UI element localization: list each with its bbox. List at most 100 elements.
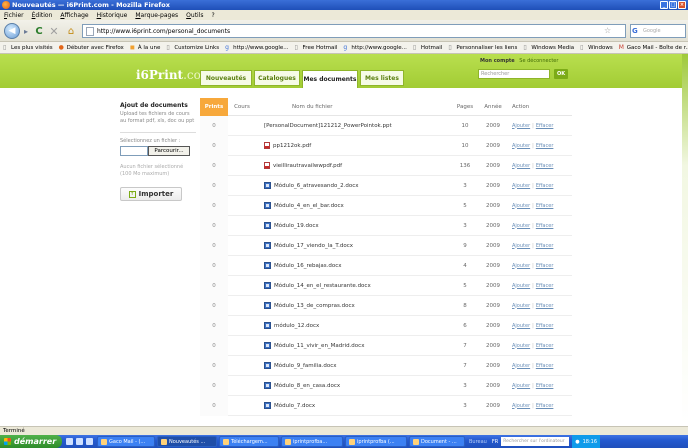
site-search-button[interactable]: OK xyxy=(554,69,568,79)
reload-button[interactable]: C xyxy=(33,24,45,38)
cell-filename[interactable]: Módulo_11_vivir_en_Madrid.docx xyxy=(256,342,452,349)
quicklaunch-desktop-icon[interactable] xyxy=(86,438,93,445)
add-link[interactable]: Ajouter xyxy=(512,403,530,409)
desktop-search-input[interactable]: Rechercher sur l'ordinateur xyxy=(501,437,570,446)
bookmark-item[interactable]: ▯ Windows Media xyxy=(523,44,574,51)
cell-filename[interactable]: Módulo_14_en_el_restaurante.docx xyxy=(256,282,452,289)
bookmark-item[interactable]: ▯ Les plus visités xyxy=(3,44,53,51)
delete-link[interactable]: Effacer xyxy=(536,203,554,209)
add-link[interactable]: Ajouter xyxy=(512,183,530,189)
add-link[interactable]: Ajouter xyxy=(512,223,530,229)
quicklaunch-firefox-icon[interactable] xyxy=(76,438,83,445)
bookmark-item[interactable]: ▯ Free Hotmail xyxy=(295,44,338,51)
tab-mes-documents[interactable]: Mes documents xyxy=(302,70,358,88)
close-icon[interactable]: × xyxy=(678,1,686,9)
delete-link[interactable]: Effacer xyxy=(536,303,554,309)
menu-tools[interactable]: Outils xyxy=(186,12,203,19)
taskbar-task-button[interactable]: Nouveautés ... xyxy=(157,436,217,447)
delete-link[interactable]: Effacer xyxy=(536,123,554,129)
bookmark-item[interactable]: M Gaco Mail - Boîte de r... xyxy=(619,44,688,51)
taskbar-task-button[interactable]: Document - ... xyxy=(409,436,465,447)
bookmark-item[interactable]: ● Débuter avec Firefox xyxy=(59,44,124,51)
column-header-cours[interactable]: Cours xyxy=(228,104,256,110)
delete-link[interactable]: Effacer xyxy=(536,143,554,149)
forward-button[interactable]: ▸ xyxy=(21,24,31,38)
add-link[interactable]: Ajouter xyxy=(512,343,530,349)
add-link[interactable]: Ajouter xyxy=(512,323,530,329)
delete-link[interactable]: Effacer xyxy=(536,343,554,349)
cell-filename[interactable]: pp1212ok.pdf xyxy=(256,142,452,149)
start-button[interactable]: démarrer xyxy=(0,435,62,448)
tab-catalogues[interactable]: Catalogues xyxy=(254,70,300,86)
language-indicator[interactable]: FR xyxy=(492,439,498,445)
minimize-icon[interactable]: _ xyxy=(660,1,668,9)
menu-help[interactable]: ? xyxy=(212,12,215,19)
network-icon[interactable]: ● xyxy=(575,439,579,445)
stop-button[interactable]: ✕ xyxy=(48,24,60,38)
bookmark-item[interactable]: ▯ Hotmail xyxy=(413,44,442,51)
import-button[interactable]: ↑ Importer xyxy=(120,187,182,201)
menu-view[interactable]: Affichage xyxy=(60,12,88,19)
quicklaunch-ie-icon[interactable] xyxy=(66,438,73,445)
delete-link[interactable]: Effacer xyxy=(536,263,554,269)
cell-filename[interactable]: vieillirautravailwwpdf.pdf xyxy=(256,162,452,169)
add-link[interactable]: Ajouter xyxy=(512,263,530,269)
cell-filename[interactable]: Módulo_9_familia.docx xyxy=(256,362,452,369)
cell-filename[interactable]: Módulo_13_de_compras.docx xyxy=(256,302,452,309)
clock[interactable]: 18:16 xyxy=(583,439,597,445)
account-link[interactable]: Mon compte xyxy=(480,58,515,64)
file-input[interactable] xyxy=(120,146,148,156)
browse-button[interactable]: Parcourir... xyxy=(148,146,190,156)
site-search-input[interactable]: Rechercher xyxy=(478,69,550,79)
taskbar-task-button[interactable]: Téléchargem... xyxy=(219,436,279,447)
cell-filename[interactable]: Módulo_17_viendo_la_T.docx xyxy=(256,242,452,249)
delete-link[interactable]: Effacer xyxy=(536,183,554,189)
delete-link[interactable]: Effacer xyxy=(536,163,554,169)
taskbar-task-button[interactable]: iprintprofba... xyxy=(281,436,343,447)
bookmark-item[interactable]: ▯ Personnaliser les liens xyxy=(448,44,517,51)
bookmark-item[interactable]: g http://www.google... xyxy=(343,44,406,51)
add-link[interactable]: Ajouter xyxy=(512,163,530,169)
desktop-toolbar-label[interactable]: Bureau xyxy=(469,439,487,445)
maximize-icon[interactable]: □ xyxy=(669,1,677,9)
cell-filename[interactable]: Módulo_6_atravesando_2.docx xyxy=(256,182,452,189)
delete-link[interactable]: Effacer xyxy=(536,243,554,249)
add-link[interactable]: Ajouter xyxy=(512,143,530,149)
menu-edit[interactable]: Édition xyxy=(32,12,53,19)
cell-filename[interactable]: Módulo_19.docx xyxy=(256,222,452,229)
cell-filename[interactable]: [PersonalDocument]121212_PowerPointok.pp… xyxy=(256,123,452,129)
delete-link[interactable]: Effacer xyxy=(536,283,554,289)
add-link[interactable]: Ajouter xyxy=(512,243,530,249)
logout-link[interactable]: Se déconnecter xyxy=(519,58,558,64)
cell-filename[interactable]: Módulo_8_en_casa.docx xyxy=(256,382,452,389)
add-link[interactable]: Ajouter xyxy=(512,303,530,309)
add-link[interactable]: Ajouter xyxy=(512,383,530,389)
home-button[interactable]: ⌂ xyxy=(64,24,78,38)
column-header-pages[interactable]: Pages xyxy=(452,104,478,110)
back-button[interactable]: ◀ xyxy=(4,23,20,39)
delete-link[interactable]: Effacer xyxy=(536,383,554,389)
column-header-name[interactable]: Nom du fichier xyxy=(256,104,452,110)
menu-file[interactable]: Fichier xyxy=(4,12,24,19)
bookmark-item[interactable]: ▯ Customize Links xyxy=(166,44,219,51)
cell-filename[interactable]: Módulo_7.docx xyxy=(256,402,452,409)
cell-filename[interactable]: Módulo_4_en_el_bar.docx xyxy=(256,202,452,209)
bookmark-item[interactable]: g http://www.google... xyxy=(225,44,288,51)
menu-history[interactable]: Historique xyxy=(97,12,128,19)
google-icon[interactable]: G xyxy=(632,27,642,36)
add-link[interactable]: Ajouter xyxy=(512,203,530,209)
column-header-year[interactable]: Année xyxy=(478,104,508,110)
taskbar-task-button[interactable]: iprintprofba (... xyxy=(345,436,407,447)
url-bar[interactable]: http://www.i6print.com/personal_document… xyxy=(82,24,626,38)
bookmark-star-icon[interactable]: ☆ xyxy=(604,26,611,35)
add-link[interactable]: Ajouter xyxy=(512,283,530,289)
delete-link[interactable]: Effacer xyxy=(536,223,554,229)
add-link[interactable]: Ajouter xyxy=(512,363,530,369)
menu-bookmarks[interactable]: Marque-pages xyxy=(135,12,178,19)
browser-search-input[interactable]: G Google xyxy=(630,24,686,38)
delete-link[interactable]: Effacer xyxy=(536,403,554,409)
add-link[interactable]: Ajouter xyxy=(512,123,530,129)
taskbar-task-button[interactable]: Gaco Mail - (... xyxy=(97,436,155,447)
cell-filename[interactable]: Módulo_16_rebajas.docx xyxy=(256,262,452,269)
delete-link[interactable]: Effacer xyxy=(536,323,554,329)
